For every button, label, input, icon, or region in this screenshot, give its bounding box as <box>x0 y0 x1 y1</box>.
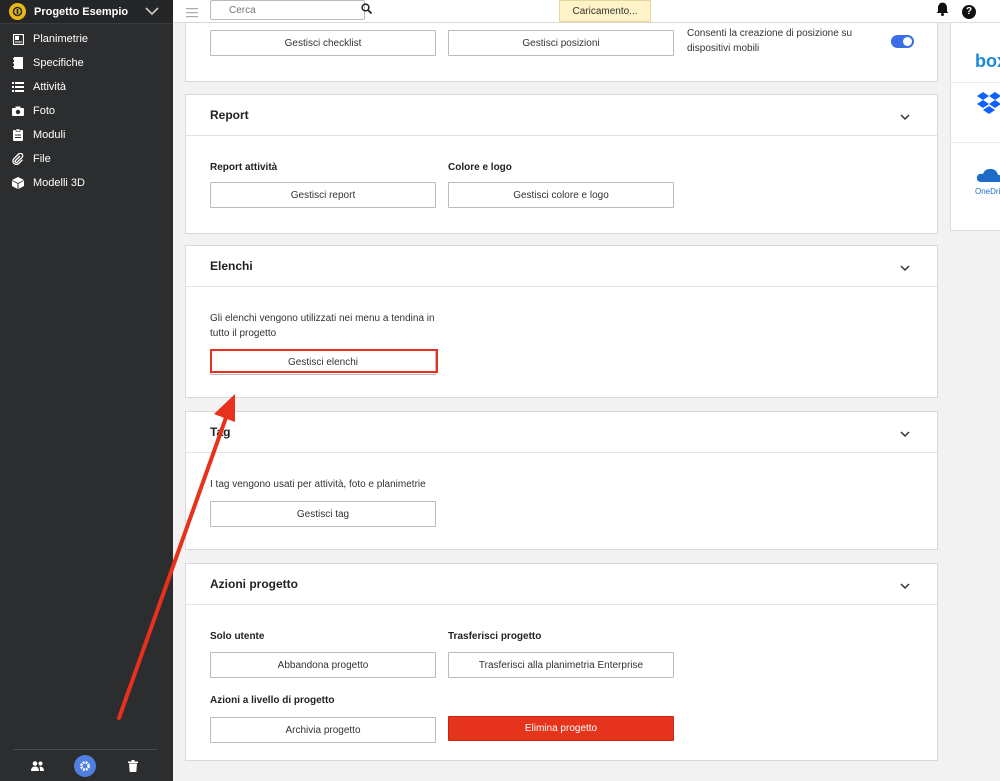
leave-project-button[interactable]: Abbandona progetto <box>210 652 436 678</box>
bell-icon[interactable] <box>936 2 949 21</box>
box-integration[interactable]: box <box>951 23 1000 83</box>
floorplan-icon <box>12 33 24 45</box>
cube-icon <box>12 177 24 189</box>
clipboard-icon <box>12 129 24 141</box>
chevron-down-icon[interactable] <box>900 427 910 441</box>
sidebar-item-label: Specifiche <box>33 57 84 69</box>
sidebar-item-moduli[interactable]: Moduli <box>0 123 173 147</box>
project-logo-icon <box>9 3 26 20</box>
project-level-actions-label: Azioni a livello di progetto <box>210 695 335 706</box>
manage-tags-button[interactable]: Gestisci tag <box>210 501 436 527</box>
sidebar-item-modelli-3d[interactable]: Modelli 3D <box>0 171 173 195</box>
report-header[interactable]: Report <box>186 95 937 136</box>
top-right-controls: ? <box>936 2 1000 21</box>
tags-card: Tag I tag vengono usati per attività, fo… <box>185 411 938 550</box>
report-activity-label: Report attività <box>210 162 278 173</box>
onedrive-integration[interactable]: OneDrive <box>951 143 1000 203</box>
lists-header[interactable]: Elenchi <box>186 246 937 287</box>
hamburger-menu-icon[interactable] <box>186 5 198 23</box>
sidebar-item-label: File <box>33 153 51 165</box>
onedrive-label: OneDrive <box>975 187 1000 196</box>
transfer-enterprise-button[interactable]: Trasferisci alla planimetria Enterprise <box>448 652 674 678</box>
manage-color-logo-button[interactable]: Gestisci colore e logo <box>448 182 674 208</box>
sidebar-item-file[interactable]: File <box>0 147 173 171</box>
user-only-label: Solo utente <box>210 631 265 642</box>
camera-icon <box>12 105 24 117</box>
manage-checklist-button[interactable]: Gestisci checklist <box>210 30 436 56</box>
project-actions-header[interactable]: Azioni progetto <box>186 564 937 605</box>
sidebar-footer <box>13 749 157 777</box>
manage-positions-button[interactable]: Gestisci posizioni <box>448 30 674 56</box>
highlight-box <box>210 349 438 373</box>
people-icon[interactable] <box>26 755 48 777</box>
sidebar-nav: Planimetrie Specifiche Attività Foto Mod… <box>0 24 173 195</box>
chevron-down-icon[interactable] <box>900 110 910 124</box>
section-title: Elenchi <box>210 259 253 273</box>
section-title: Azioni progetto <box>210 577 298 591</box>
sidebar-item-label: Modelli 3D <box>33 177 85 189</box>
gear-icon[interactable] <box>74 754 96 777</box>
project-actions-card: Azioni progetto Solo utente Abbandona pr… <box>185 563 938 761</box>
integrations-panel: box OneDrive <box>950 23 1000 231</box>
tags-description: I tag vengono usati per attività, foto e… <box>210 479 426 490</box>
chevron-down-icon[interactable] <box>900 579 910 593</box>
sidebar-item-foto[interactable]: Foto <box>0 99 173 123</box>
top-bar: Caricamento... ? <box>173 0 1000 23</box>
mobile-positions-toggle[interactable] <box>891 35 914 48</box>
lists-description: Gli elenchi vengono utilizzati nei menu … <box>210 313 435 339</box>
dropbox-integration[interactable] <box>951 83 1000 143</box>
task-list-icon <box>12 81 24 93</box>
dropbox-icon <box>977 92 1000 114</box>
sidebar-item-label: Foto <box>33 105 56 117</box>
chevron-down-icon[interactable] <box>900 261 910 275</box>
trash-icon[interactable] <box>122 755 144 777</box>
positions-card: Gestisci checklist Gestisci posizioni Co… <box>185 22 938 82</box>
help-icon[interactable]: ? <box>962 4 976 19</box>
section-title: Report <box>210 108 249 122</box>
chevron-down-icon[interactable] <box>145 3 159 21</box>
tags-header[interactable]: Tag <box>186 412 937 453</box>
project-selector[interactable]: Progetto Esempio <box>0 0 173 24</box>
search-icon[interactable] <box>361 1 373 19</box>
sidebar: Progetto Esempio Planimetrie Specifiche … <box>0 0 173 781</box>
sidebar-item-attivita[interactable]: Attività <box>0 75 173 99</box>
box-logo: box <box>975 51 1000 71</box>
sidebar-item-specifiche[interactable]: Specifiche <box>0 51 173 75</box>
color-logo-label: Colore e logo <box>448 162 512 173</box>
paperclip-icon <box>12 153 24 165</box>
sidebar-item-label: Moduli <box>33 129 66 141</box>
search-input[interactable] <box>229 4 361 16</box>
delete-project-button[interactable]: Elimina progetto <box>448 716 674 741</box>
mobile-positions-label: Consenti la creazione di posizione su di… <box>687 28 853 54</box>
archive-project-button[interactable]: Archivia progetto <box>210 717 436 743</box>
search-box[interactable] <box>210 0 373 20</box>
lists-card: Elenchi Gli elenchi vengono utilizzati n… <box>185 245 938 398</box>
transfer-project-label: Trasferisci progetto <box>448 631 542 642</box>
sidebar-item-label: Planimetrie <box>33 33 89 45</box>
specifications-icon <box>12 57 24 69</box>
loading-indicator: Caricamento... <box>559 0 651 22</box>
sidebar-item-planimetrie[interactable]: Planimetrie <box>0 27 173 51</box>
manage-report-button[interactable]: Gestisci report <box>210 182 436 208</box>
section-title: Tag <box>210 425 231 439</box>
sidebar-item-label: Attività <box>33 81 67 93</box>
project-name: Progetto Esempio <box>34 5 129 18</box>
onedrive-icon <box>976 168 1000 182</box>
report-card: Report Report attività Gestisci report C… <box>185 94 938 234</box>
